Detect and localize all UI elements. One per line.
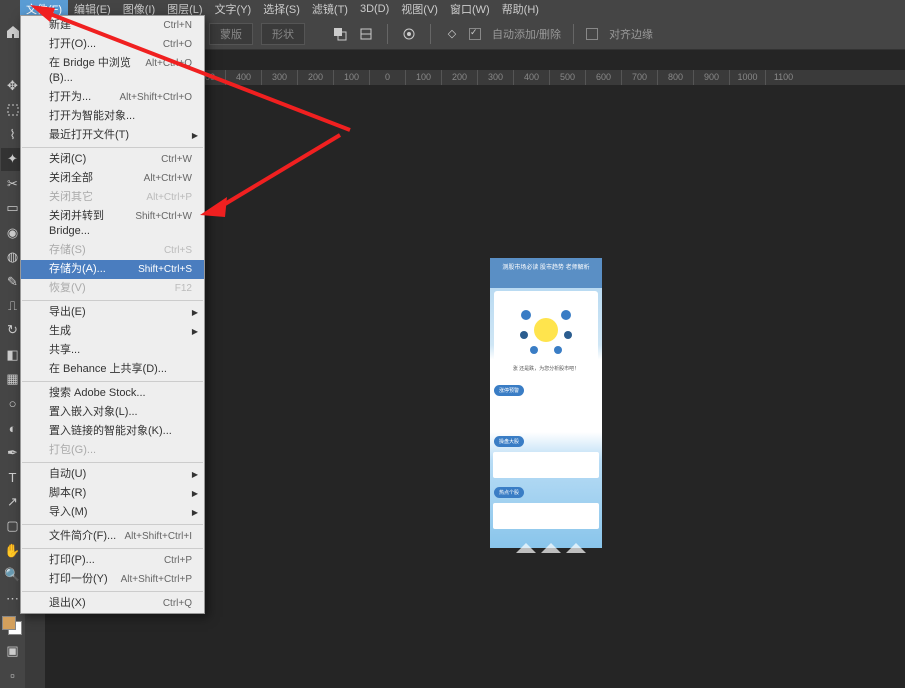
menu-item[interactable]: 自动(U) (21, 465, 204, 484)
menu-item[interactable]: 关闭其它Alt+Ctrl+P (21, 188, 204, 207)
menu-item[interactable]: 关闭全部Alt+Ctrl+W (21, 169, 204, 188)
doc-header: 测股市场必读 股市趋势 老师解析 (490, 258, 602, 288)
menu-item[interactable]: 关闭(C)Ctrl+W (21, 150, 204, 169)
menu-item[interactable]: 恢复(V)F12 (21, 279, 204, 298)
align-label: 对齐边缘 (609, 26, 653, 42)
doc-chip-3: 热点个股 (494, 487, 524, 498)
menu-item[interactable]: 搜索 Adobe Stock... (21, 384, 204, 403)
menu-item[interactable]: 关闭并转到 Bridge...Shift+Ctrl+W (21, 207, 204, 241)
menu-item[interactable]: 共享... (21, 341, 204, 360)
doc-chip-2: 操盘大股 (494, 436, 524, 447)
screen-mode-icon[interactable]: ▫ (1, 665, 24, 687)
rubber-icon[interactable]: ◇ (443, 25, 461, 43)
menu-item[interactable]: 存储(S)Ctrl+S (21, 241, 204, 260)
doc-chip-1: 涨停预警 (494, 385, 524, 396)
menu-view[interactable]: 视图(V) (395, 0, 444, 19)
doc-tag: 涨 还是跌，为您分析股市吧！ (498, 365, 594, 372)
menu-item[interactable]: 置入嵌入对象(L)... (21, 403, 204, 422)
menu-item[interactable]: 置入链接的智能对象(K)... (21, 422, 204, 441)
align-checkbox[interactable] (586, 28, 598, 40)
menu-item[interactable]: 打印(P)...Ctrl+P (21, 551, 204, 570)
menu-item[interactable]: 生成 (21, 322, 204, 341)
menu-help[interactable]: 帮助(H) (496, 0, 545, 19)
annotation-arrow-1 (20, 0, 360, 140)
menu-item[interactable]: 退出(X)Ctrl+Q (21, 594, 204, 613)
doc-section-1: 涨 还是跌，为您分析股市吧！ (494, 291, 598, 376)
document-canvas[interactable]: 测股市场必读 股市趋势 老师解析 涨 还是跌，为您分析股市吧！ 涨停预警 操盘大… (490, 258, 602, 548)
menu-item[interactable]: 导入(M) (21, 503, 204, 522)
menu-item[interactable]: 导出(E) (21, 303, 204, 322)
menu-item[interactable]: 存储为(A)...Shift+Ctrl+S (21, 260, 204, 279)
quick-mask-icon[interactable]: ▣ (1, 640, 24, 662)
menu-item[interactable]: 打包(G)... (21, 441, 204, 460)
menu-item[interactable]: 打印一份(Y)Alt+Shift+Ctrl+P (21, 570, 204, 589)
gear-icon[interactable] (400, 25, 418, 43)
menu-window[interactable]: 窗口(W) (444, 0, 496, 19)
menu-item[interactable]: 脚本(R) (21, 484, 204, 503)
annotation-arrow-2 (195, 125, 355, 225)
auto-label: 自动添加/删除 (492, 26, 561, 42)
color-swatch[interactable] (2, 616, 22, 636)
menu-3d[interactable]: 3D(D) (354, 1, 395, 17)
menu-item[interactable]: 文件简介(F)...Alt+Shift+Ctrl+I (21, 527, 204, 546)
menu-item[interactable]: 在 Behance 上共享(D)... (21, 360, 204, 379)
auto-checkbox[interactable] (469, 28, 481, 40)
